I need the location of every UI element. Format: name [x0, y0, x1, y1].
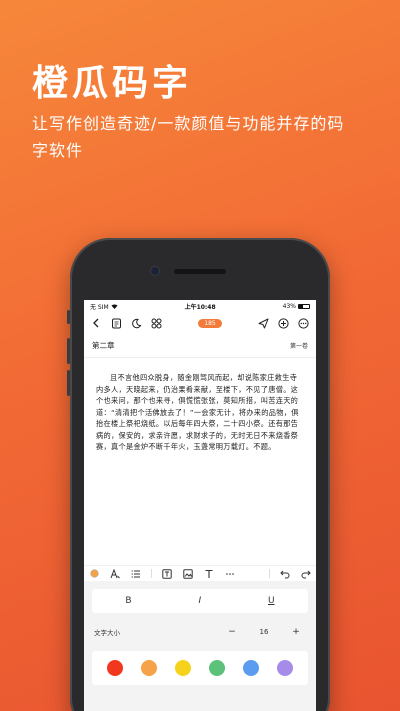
status-time: 上午10:48: [184, 303, 216, 311]
battery-status: 43%: [283, 303, 310, 310]
color-swatch-yellow[interactable]: [175, 660, 191, 676]
word-count-badge: 185: [198, 318, 222, 328]
font-size-decrease-button[interactable]: −: [222, 627, 242, 637]
list-icon[interactable]: [130, 568, 142, 580]
divider: [151, 569, 152, 578]
text-style-card: B I U: [92, 589, 308, 613]
wifi-icon: [111, 303, 118, 311]
carrier-status: 无 SIM: [90, 302, 118, 311]
color-swatch-orange[interactable]: [141, 660, 157, 676]
divider: [269, 569, 270, 578]
font-size-increase-button[interactable]: +: [286, 627, 306, 637]
promo-subtitle: 让写作创造奇迹/一款颜值与功能并存的码字软件: [32, 114, 345, 160]
text-box-icon[interactable]: [161, 568, 173, 580]
add-icon[interactable]: [276, 315, 292, 331]
font-size-label: 文字大小: [94, 629, 120, 637]
chapter-title[interactable]: 第二章: [92, 340, 115, 351]
ellipsis-icon[interactable]: [224, 568, 236, 580]
send-icon[interactable]: [256, 315, 272, 331]
text-style-icon[interactable]: [109, 568, 121, 580]
outline-icon[interactable]: [108, 315, 124, 331]
bold-button[interactable]: B: [125, 596, 131, 606]
color-swatch-blue[interactable]: [243, 660, 259, 676]
redo-icon[interactable]: [300, 568, 312, 580]
color-swatch-purple[interactable]: [277, 660, 293, 676]
image-icon[interactable]: [182, 568, 194, 580]
text-color-picker: [92, 651, 308, 685]
volume-down-button: [67, 370, 70, 396]
battery-icon: [297, 303, 310, 309]
color-swatch-green[interactable]: [209, 660, 225, 676]
promo-title: 橙瓜码字: [32, 63, 193, 104]
format-toolbar: [84, 565, 316, 581]
phone-top-bezel: [70, 238, 330, 298]
italic-button[interactable]: I: [198, 596, 201, 606]
back-icon[interactable]: [88, 315, 104, 331]
font-size-row: 文字大小 − 16 +: [92, 621, 308, 643]
earpiece-speaker: [174, 269, 226, 274]
underline-button[interactable]: U: [268, 596, 275, 606]
font-size-value: 16: [259, 628, 269, 636]
volume-label[interactable]: 第一卷: [290, 341, 308, 350]
mute-switch: [67, 310, 70, 324]
color-swatch-red[interactable]: [107, 660, 123, 676]
phone-frame: 无 SIM 上午10:48 43% 185 第二章 第一卷 且不言他四众脱身，随…: [67, 238, 330, 711]
editor-toolbar: 185: [84, 312, 316, 334]
grid-menu-icon[interactable]: [148, 315, 164, 331]
chapter-header: 第二章 第一卷: [84, 334, 316, 358]
font-icon[interactable]: [203, 568, 215, 580]
chapter-body-editor[interactable]: 且不言他四众脱身，随金刚驾风而起，却说陈家庄救生寺内多人，天晓起来，仍治果肴来献…: [84, 358, 316, 568]
front-camera: [151, 267, 159, 275]
app-screen: 无 SIM 上午10:48 43% 185 第二章 第一卷 且不言他四众脱身，随…: [84, 300, 316, 711]
volume-up-button: [67, 338, 70, 364]
status-bar: 无 SIM 上午10:48 43%: [84, 300, 316, 312]
more-icon[interactable]: [296, 315, 312, 331]
undo-icon[interactable]: [279, 568, 291, 580]
night-mode-icon[interactable]: [128, 315, 144, 331]
palette-icon[interactable]: [88, 568, 100, 580]
format-panel: B I U 文字大小 − 16 +: [84, 581, 316, 711]
